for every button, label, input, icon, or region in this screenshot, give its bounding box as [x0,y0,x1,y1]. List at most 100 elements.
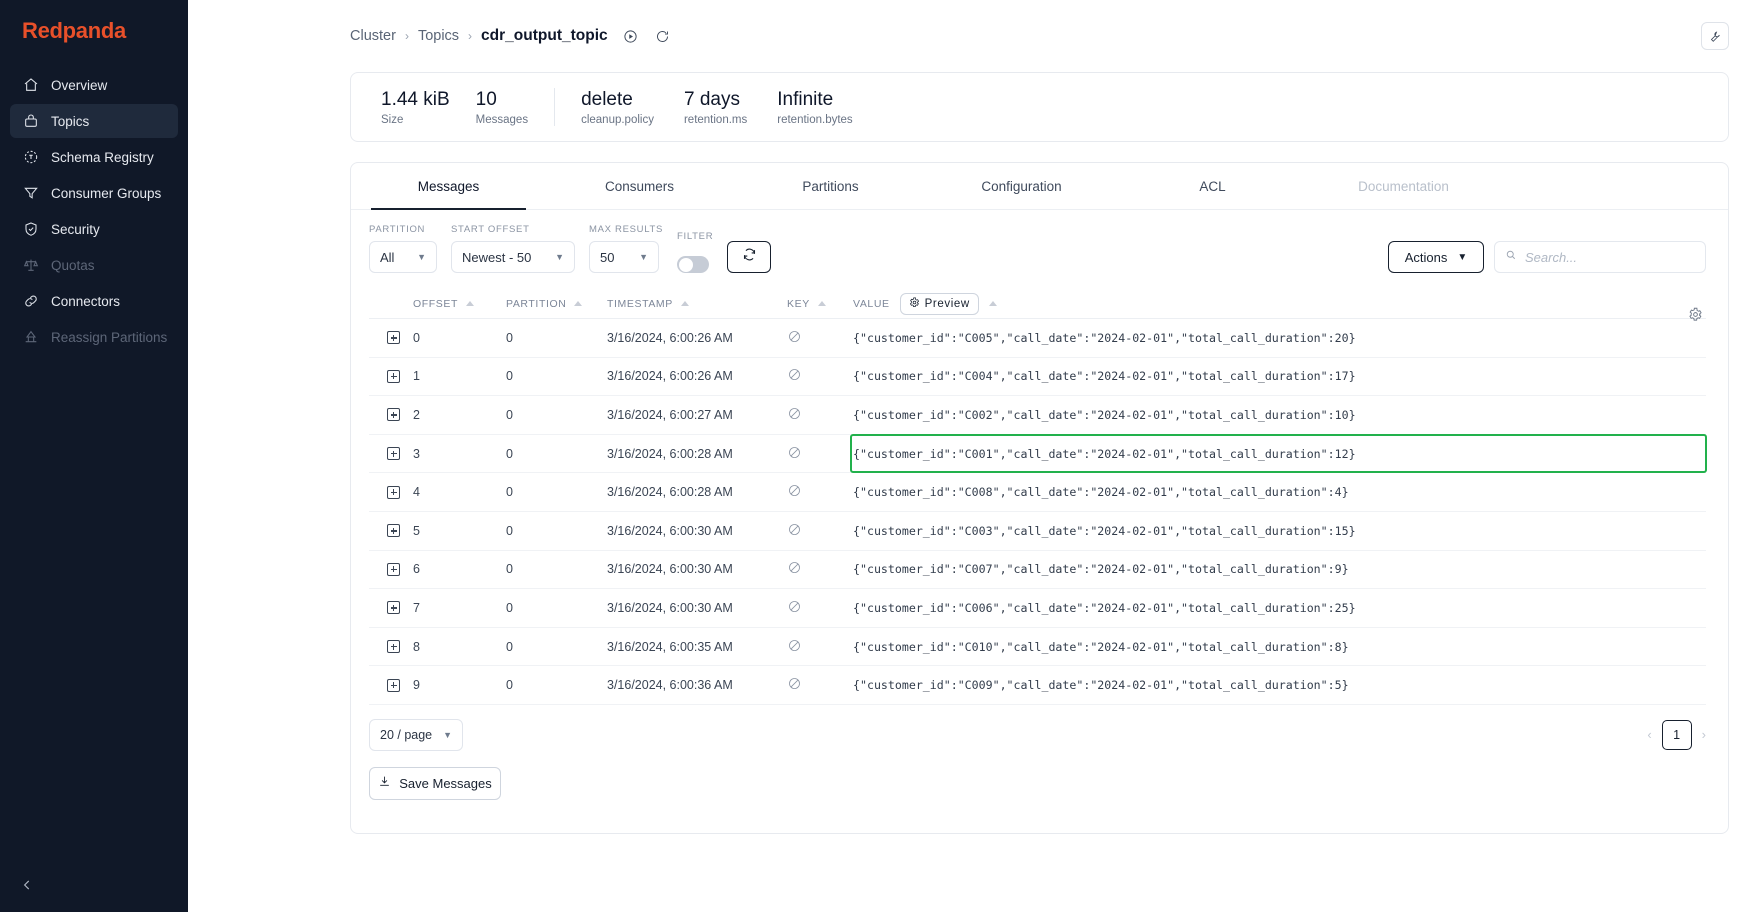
table-row[interactable]: 9 0 3/16/2024, 6:00:36 AM {"customer_id":"C… [369,666,1706,705]
sidebar-item-quotas[interactable]: Quotas [10,248,178,282]
preview-button[interactable]: Preview [899,292,979,315]
table-row[interactable]: 5 0 3/16/2024, 6:00:30 AM {"customer_id":"C… [369,512,1706,551]
breadcrumb-topics[interactable]: Topics [418,28,459,44]
expand-cell [369,331,413,345]
filter-toggle[interactable] [677,256,710,273]
max-results-select[interactable]: 50 ▼ [589,241,659,273]
expand-cell [369,408,413,422]
expand-plus-icon[interactable] [387,331,400,345]
column-label: OFFSET [413,297,459,310]
table-row[interactable]: 6 0 3/16/2024, 6:00:30 AM {"customer_id":"C… [369,551,1706,590]
tab-acl[interactable]: ACL [1117,163,1308,209]
tab-consumers[interactable]: Consumers [544,163,735,209]
expand-plus-icon[interactable] [387,678,400,692]
column-label: PARTITION [506,297,567,310]
max-results-label: MAX RESULTS [589,224,664,235]
expand-cell [369,485,413,499]
column-header-timestamp[interactable]: TIMESTAMP [607,298,787,310]
tools-icon[interactable] [1701,22,1729,50]
reassign-icon [22,329,39,346]
sidebar-item-label: Consumer Groups [51,185,162,201]
expand-cell [369,447,413,461]
search-box[interactable] [1494,241,1706,273]
sidebar-item-label: Overview [51,77,108,93]
stat-messages: 10 Messages [476,88,528,127]
actions-button[interactable]: Actions ▼ [1388,241,1484,273]
expand-plus-icon[interactable] [387,485,400,499]
home-icon [22,77,39,94]
table-row[interactable]: 3 0 3/16/2024, 6:00:28 AM {"customer_id":"C… [369,433,1707,474]
play-circle-icon[interactable] [623,28,640,45]
start-offset-select[interactable]: Newest - 50 ▼ [451,241,575,273]
sidebar-item-overview[interactable]: Overview [10,68,178,102]
expand-plus-icon[interactable] [387,601,400,615]
cell-partition: 0 [506,446,513,461]
save-messages-button[interactable]: Save Messages [369,766,501,800]
messages-table: OFFSET PARTITION TIMESTAMP KEY VALUE Pre… [369,289,1707,705]
sidebar-item-security[interactable]: Security [10,212,178,246]
null-circle-icon [787,485,802,501]
cell-offset: 7 [413,600,420,615]
sidebar-item-label: Connectors [51,293,121,309]
cell-offset: 0 [413,330,420,345]
sidebar-collapse-button[interactable] [16,876,38,898]
cell-timestamp: 3/16/2024, 6:00:26 AM [607,369,733,384]
pagination-next-button[interactable]: › [1702,727,1706,742]
partition-select[interactable]: All ▼ [369,241,437,273]
table-row[interactable]: 0 0 3/16/2024, 6:00:26 AM {"customer_id":"C… [369,319,1706,358]
column-header-value[interactable]: VALUE Preview [853,292,1706,315]
chevron-down-icon: ▼ [1457,251,1468,263]
sidebar-item-label: Reassign Partitions [51,329,168,345]
refresh-icon[interactable] [655,28,672,45]
null-circle-icon [787,639,802,656]
expand-plus-icon[interactable] [387,524,400,538]
sidebar-item-topics[interactable]: Topics [10,104,178,138]
sidebar-item-consumer-groups[interactable]: Consumer Groups [10,176,178,210]
table-row[interactable]: 7 0 3/16/2024, 6:00:30 AM {"customer_id":"C… [369,589,1706,628]
sidebar-item-connectors[interactable]: Connectors [10,284,178,318]
page-size-select[interactable]: 20 / page ▼ [369,718,463,751]
stat-value: Infinite [777,88,834,110]
tab-bar: Messages Consumers Partitions Configurat… [351,163,1728,210]
table-row[interactable]: 8 0 3/16/2024, 6:00:35 AM {"customer_id":"C… [369,628,1706,667]
stat-cleanup-policy: delete cleanup.policy [581,88,654,127]
cell-timestamp: 3/16/2024, 6:00:35 AM [607,639,733,654]
breadcrumb-cluster[interactable]: Cluster [350,28,396,44]
expand-plus-icon[interactable] [387,640,400,654]
tab-partitions[interactable]: Partitions [735,163,926,209]
search-input[interactable] [1525,249,1695,265]
tab-configuration[interactable]: Configuration [926,163,1117,209]
sidebar-item-label: Security [51,221,100,237]
sidebar-item-reassign-partitions[interactable]: Reassign Partitions [10,320,178,354]
column-header-offset[interactable]: OFFSET [413,298,506,310]
expand-plus-icon[interactable] [387,447,400,461]
brand-logo[interactable]: Redpanda [22,18,188,44]
cell-partition: 0 [506,407,513,422]
cell-partition: 0 [506,369,513,384]
column-header-key[interactable]: KEY [787,298,853,310]
controls-right: Actions ▼ [1388,241,1706,273]
chevron-down-icon: ▼ [417,252,426,262]
table-row[interactable]: 2 0 3/16/2024, 6:00:27 AM {"customer_id":"C… [369,396,1706,435]
topbar-actions [1701,22,1729,50]
column-header-partition[interactable]: PARTITION [506,298,607,310]
sidebar-item-schema-registry[interactable]: Schema Registry [10,140,178,174]
topics-icon [22,113,39,130]
table-row[interactable]: 4 0 3/16/2024, 6:00:28 AM {"customer_id":"C… [369,473,1706,512]
main-content: Cluster › Topics › cdr_output_topic 1.44… [188,0,1757,912]
pagination-page-1[interactable]: 1 [1661,719,1692,750]
expand-plus-icon[interactable] [387,369,400,383]
table-row[interactable]: 1 0 3/16/2024, 6:00:26 AM {"customer_id":"C… [369,358,1706,397]
refresh-messages-button[interactable] [727,241,772,273]
expand-plus-icon[interactable] [387,408,400,422]
sort-arrow-icon [817,301,826,306]
expand-plus-icon[interactable] [387,562,400,576]
cell-timestamp: 3/16/2024, 6:00:28 AM [607,446,733,461]
cell-value: {"customer_id":"C010","call_date":"2024-… [853,639,1349,654]
chevron-down-icon: ▼ [443,729,452,740]
tab-messages[interactable]: Messages [353,163,544,210]
pagination-prev-button[interactable]: ‹ [1647,727,1651,742]
cell-key [787,367,853,385]
cell-offset: 9 [413,678,420,693]
message-filter-controls: PARTITION All ▼ START OFFSET Newest - 50… [351,210,1728,273]
